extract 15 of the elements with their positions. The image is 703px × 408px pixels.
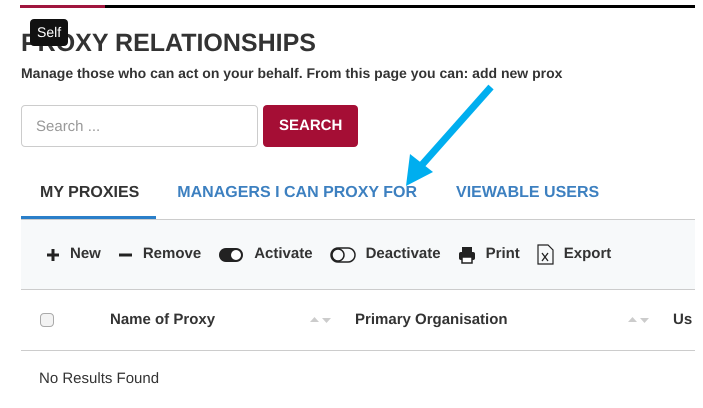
toolbar-button[interactable]: Deactivate <box>330 243 441 266</box>
empty-message: No Results Found <box>38 369 160 389</box>
column-header[interactable]: Us <box>673 308 692 332</box>
toolbar-button[interactable]: Export <box>536 243 612 266</box>
column-header[interactable]: Name of Proxy <box>110 308 216 332</box>
page-description: Manage those who can act on your behalf. From this page you can: add new prox <box>21 64 564 83</box>
search-button[interactable]: SEARCH <box>263 105 358 147</box>
toolbar-button[interactable]: New <box>46 243 101 266</box>
toolbar-button[interactable]: Activate <box>218 243 313 266</box>
tab[interactable]: VIEWABLE USERS <box>435 169 618 219</box>
search-field[interactable]: Search ... <box>21 105 258 147</box>
column-header[interactable]: Primary Organisation <box>355 308 508 332</box>
toolbar-button[interactable]: Print <box>458 243 520 266</box>
toolbar-button[interactable]: Remove <box>118 243 202 266</box>
tab[interactable]: MANAGERS I CAN PROXY FOR <box>156 169 436 219</box>
